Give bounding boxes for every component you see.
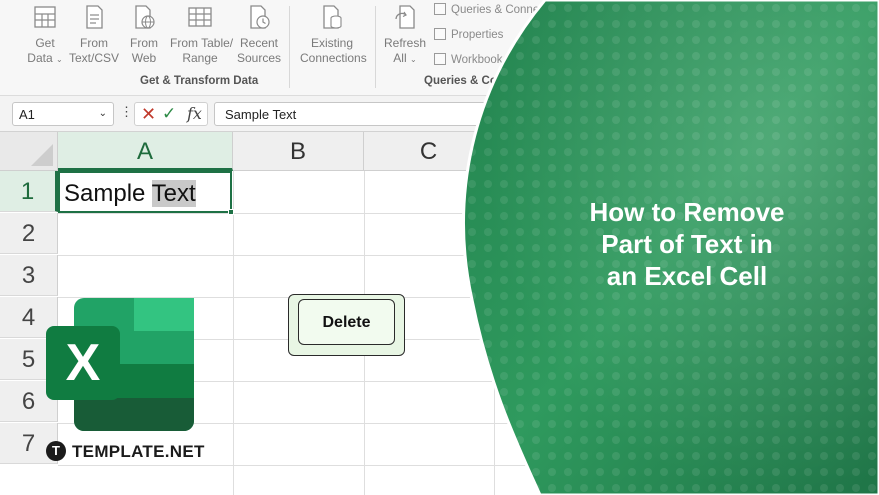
table-icon [188, 7, 212, 27]
row-header-1[interactable]: 1 [0, 171, 58, 212]
more-options-icon[interactable]: ⋮ [120, 104, 133, 120]
title-line-3: an Excel Cell [606, 261, 768, 291]
row-header-2[interactable]: 2 [0, 213, 58, 254]
column-header-d[interactable] [494, 132, 879, 171]
column-header-a[interactable]: A [58, 132, 233, 171]
title-line-2: Part of Text in [601, 229, 773, 259]
chevron-down-icon: ⌄ [409, 55, 417, 64]
workbook-links-item[interactable]: Workbook Links [434, 53, 533, 66]
select-all-corner[interactable] [0, 132, 58, 171]
database-table-icon [34, 6, 56, 28]
excel-logo-icon: X [46, 298, 194, 431]
page-title: How to Remove Part of Text in an Excel C… [548, 196, 826, 292]
ribbon-separator [289, 6, 290, 88]
refresh-icon [395, 5, 415, 29]
gridline [233, 171, 234, 495]
recent-sources-label-1: Recent [239, 36, 279, 50]
clock-file-icon [250, 5, 270, 29]
existing-connections-label-1: Existing [310, 36, 354, 50]
name-box[interactable]: A1 ⌄ [12, 102, 114, 126]
from-web-label-1: From [130, 36, 158, 50]
queries-icon [434, 3, 446, 15]
refresh-all-label-1: Refresh [383, 36, 427, 50]
refresh-all-label-2-text: All [393, 51, 407, 65]
existing-connections-label-2: Connections [300, 51, 367, 65]
properties-icon [434, 28, 446, 40]
name-box-value: A1 [19, 107, 35, 122]
delete-key-label: Delete [298, 299, 395, 345]
gridline [494, 171, 495, 495]
formula-input[interactable]: Sample Text [214, 102, 514, 126]
ribbon: Get Data ⌄ From Text/CSV From Web From T… [0, 0, 879, 96]
row-header-3[interactable]: 3 [0, 255, 58, 296]
refresh-all-button[interactable]: Refresh All ⌄ [376, 0, 434, 67]
group-label-queries: Queries & Connections [424, 75, 552, 87]
refresh-all-label-2: All ⌄ [376, 51, 434, 67]
from-table-range-label-1: From Table/ [170, 36, 234, 50]
workbook-links-icon [434, 53, 446, 65]
from-web-button[interactable]: From Web [114, 0, 174, 66]
properties-label: Properties [451, 29, 504, 41]
cell-a1[interactable]: Sample Text [58, 171, 234, 215]
brand-name: TEMPLATE.NET [72, 442, 205, 461]
recent-sources-label-2: Sources [236, 51, 282, 65]
queries-connections-item[interactable]: Queries & Connections [434, 3, 569, 16]
cell-a1-text: Sample [64, 180, 152, 207]
fill-handle[interactable] [228, 209, 234, 215]
properties-item[interactable]: Properties [434, 28, 503, 41]
title-line-1: How to Remove [589, 197, 785, 227]
chevron-down-icon[interactable]: ⌄ [99, 108, 107, 119]
template-logo-icon: T [46, 441, 66, 461]
cancel-icon[interactable]: ✕ [141, 104, 156, 125]
chevron-down-icon: ⌄ [56, 55, 63, 64]
column-header-c[interactable]: C [364, 132, 494, 171]
cell-a1-selected-text: Text [151, 180, 196, 207]
get-data-label-2-text: Data [27, 51, 53, 65]
gridline [58, 465, 878, 466]
text-file-icon [86, 5, 103, 29]
from-web-label-2: Web [131, 51, 157, 65]
formula-bar: A1 ⌄ ⋮ ✕ ✓ fx Sample Text [0, 96, 879, 132]
formula-actions: ✕ ✓ fx [134, 102, 208, 126]
recent-sources-button[interactable]: Recent Sources [229, 0, 289, 66]
group-label-get-transform: Get & Transform Data [140, 75, 259, 87]
workbook-links-label: Workbook Links [451, 54, 533, 66]
queries-connections-label: Queries & Connections [451, 4, 570, 16]
from-table-range-label-2: Range [182, 51, 218, 65]
delete-key: Delete [288, 294, 405, 356]
formula-input-value: Sample Text [225, 107, 297, 122]
column-header-b[interactable]: B [233, 132, 364, 171]
connections-icon [323, 5, 342, 29]
insert-function-icon[interactable]: fx [187, 104, 202, 123]
from-table-range-button[interactable]: From Table/ Range [170, 0, 234, 66]
globe-icon [135, 5, 155, 29]
existing-connections-button[interactable]: Existing Connections [300, 0, 367, 66]
enter-icon[interactable]: ✓ [162, 104, 176, 124]
excel-logo-letter: X [66, 334, 101, 392]
